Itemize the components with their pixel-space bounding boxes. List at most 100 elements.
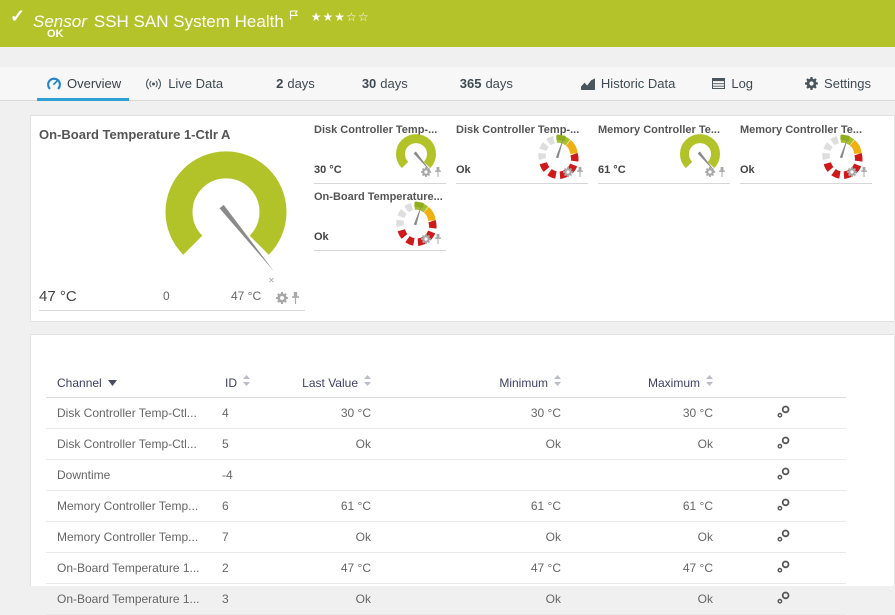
pin-icon[interactable] (291, 291, 300, 309)
channel-gear-icon[interactable] (276, 291, 288, 309)
channel-gear-icon[interactable] (705, 164, 715, 182)
sort-desc-icon (108, 375, 117, 389)
column-header-minimum[interactable]: Minimum (379, 369, 569, 398)
primary-gauge-scale-max: 47 °C (231, 289, 261, 303)
cell-id: -4 (214, 460, 289, 491)
max-marker-icon: ✕ (268, 276, 275, 285)
cell-minimum: 30 °C (379, 398, 569, 429)
broadcast-icon (145, 78, 162, 90)
column-header-id[interactable]: ID (214, 369, 289, 398)
channel-gear-icon[interactable] (847, 164, 857, 182)
channel-gear-icon[interactable] (563, 164, 573, 182)
cell-last-value: Ok (289, 584, 379, 615)
cell-maximum: Ok (569, 522, 721, 553)
tab-label: Live Data (168, 76, 223, 91)
cell-minimum: Ok (379, 429, 569, 460)
pin-icon[interactable] (434, 231, 442, 249)
table-header-row: Channel ID Last Value Minimum Maximum (46, 369, 846, 398)
channel-settings-wrench-icon[interactable] (777, 405, 790, 421)
tab-historic-data[interactable]: Historic Data (581, 67, 675, 100)
cell-id: 2 (214, 553, 289, 584)
cell-channel: Disk Controller Temp-Ctl... (46, 429, 214, 460)
pin-icon[interactable] (860, 164, 868, 182)
table-row: Disk Controller Temp-Ctl... 5 Ok Ok Ok (46, 429, 846, 460)
tab-2-days[interactable]: 2 days (276, 67, 315, 100)
cell-maximum: Ok (569, 584, 721, 615)
gauge-tile-tools (421, 231, 442, 249)
sort-both-icon (364, 375, 371, 389)
channel-gear-icon[interactable] (421, 231, 431, 249)
priority-stars[interactable]: ★★★☆☆ (311, 10, 370, 24)
cell-maximum: 30 °C (569, 398, 721, 429)
table-row: Downtime -4 (46, 460, 846, 491)
status-badge: OK (47, 28, 64, 40)
channel-settings-wrench-icon[interactable] (777, 529, 790, 545)
primary-gauge-tools (276, 291, 300, 309)
cell-id: 7 (214, 522, 289, 553)
tab-label-strong: 365 (460, 76, 482, 91)
tab-overview[interactable]: Overview (47, 67, 121, 100)
table-row: On-Board Temperature 1... 2 47 °C 47 °C … (46, 553, 846, 584)
cell-maximum (569, 460, 721, 491)
cell-channel: Disk Controller Temp-Ctl... (46, 398, 214, 429)
channel-settings-wrench-icon[interactable] (777, 560, 790, 576)
tab-365-days[interactable]: 365 days (460, 67, 513, 100)
column-header-channel[interactable]: Channel (46, 369, 214, 398)
flag-icon[interactable] (289, 5, 299, 25)
channel-settings-wrench-icon[interactable] (777, 591, 790, 607)
pin-icon[interactable] (718, 164, 726, 182)
cell-id: 5 (214, 429, 289, 460)
tab-label: days (287, 76, 314, 91)
tab-live-data[interactable]: Live Data (145, 67, 223, 100)
table-row: On-Board Temperature 1... 3 Ok Ok Ok (46, 584, 846, 615)
column-header-tools (721, 369, 846, 398)
tab-bar: Overview Live Data 2 days 30 days 365 da… (0, 67, 895, 101)
gauge-tile: Memory Controller Te... Ok (740, 121, 872, 184)
sort-both-icon (243, 375, 250, 389)
cell-channel: Memory Controller Temp... (46, 522, 214, 553)
tab-label: Log (731, 76, 753, 91)
primary-gauge-scale-min: 0 (163, 289, 170, 303)
gauge-tile: Disk Controller Temp-... Ok (456, 121, 588, 184)
status-check-icon: ✓ (10, 6, 25, 27)
sort-both-icon (554, 375, 561, 389)
primary-gauge-value: 47 °C (39, 288, 77, 305)
channel-settings-wrench-icon[interactable] (777, 436, 790, 452)
sort-both-icon (706, 375, 713, 389)
gauge-tile: Memory Controller Te... 61 °C (598, 121, 730, 184)
cell-channel: On-Board Temperature 1... (46, 553, 214, 584)
table-row: Memory Controller Temp... 6 61 °C 61 °C … (46, 491, 846, 522)
cell-last-value: Ok (289, 522, 379, 553)
tab-30-days[interactable]: 30 days (362, 67, 408, 100)
tab-settings[interactable]: Settings (805, 67, 871, 100)
table-row: Disk Controller Temp-Ctl... 4 30 °C 30 °… (46, 398, 846, 429)
tab-label: days (485, 76, 512, 91)
tile-divider (39, 310, 305, 311)
channel-table-panel: Channel ID Last Value Minimum Maximum Di… (30, 334, 895, 586)
sensor-title-row: SensorSSH SAN System Health★★★☆☆ (33, 5, 370, 32)
gauge-tiles-grid: Disk Controller Temp-... 30 °C Disk Cont… (314, 121, 895, 255)
cell-channel: Downtime (46, 460, 214, 491)
column-header-maximum[interactable]: Maximum (569, 369, 721, 398)
tab-log[interactable]: Log (712, 67, 753, 100)
tab-label: Settings (824, 76, 871, 91)
pin-icon[interactable] (434, 164, 442, 182)
gauge-tile-value: 61 °C (598, 164, 626, 176)
gauge-tile-tools (705, 164, 726, 182)
gauge-tile: Disk Controller Temp-... 30 °C (314, 121, 446, 184)
tab-label: Overview (67, 76, 121, 91)
cell-last-value: 30 °C (289, 398, 379, 429)
gauge-tile-tools (421, 164, 442, 182)
channel-gear-icon[interactable] (421, 164, 431, 182)
channel-settings-wrench-icon[interactable] (777, 467, 790, 483)
column-header-last-value[interactable]: Last Value (289, 369, 379, 398)
cell-last-value: 47 °C (289, 553, 379, 584)
channel-table: Channel ID Last Value Minimum Maximum Di… (46, 369, 846, 615)
cell-minimum: Ok (379, 522, 569, 553)
channel-settings-wrench-icon[interactable] (777, 498, 790, 514)
gear-icon (805, 77, 818, 90)
pin-icon[interactable] (576, 164, 584, 182)
gauge-tile-value: 30 °C (314, 164, 342, 176)
table-row: Memory Controller Temp... 7 Ok Ok Ok (46, 522, 846, 553)
gauge-tile-value: Ok (740, 164, 755, 176)
